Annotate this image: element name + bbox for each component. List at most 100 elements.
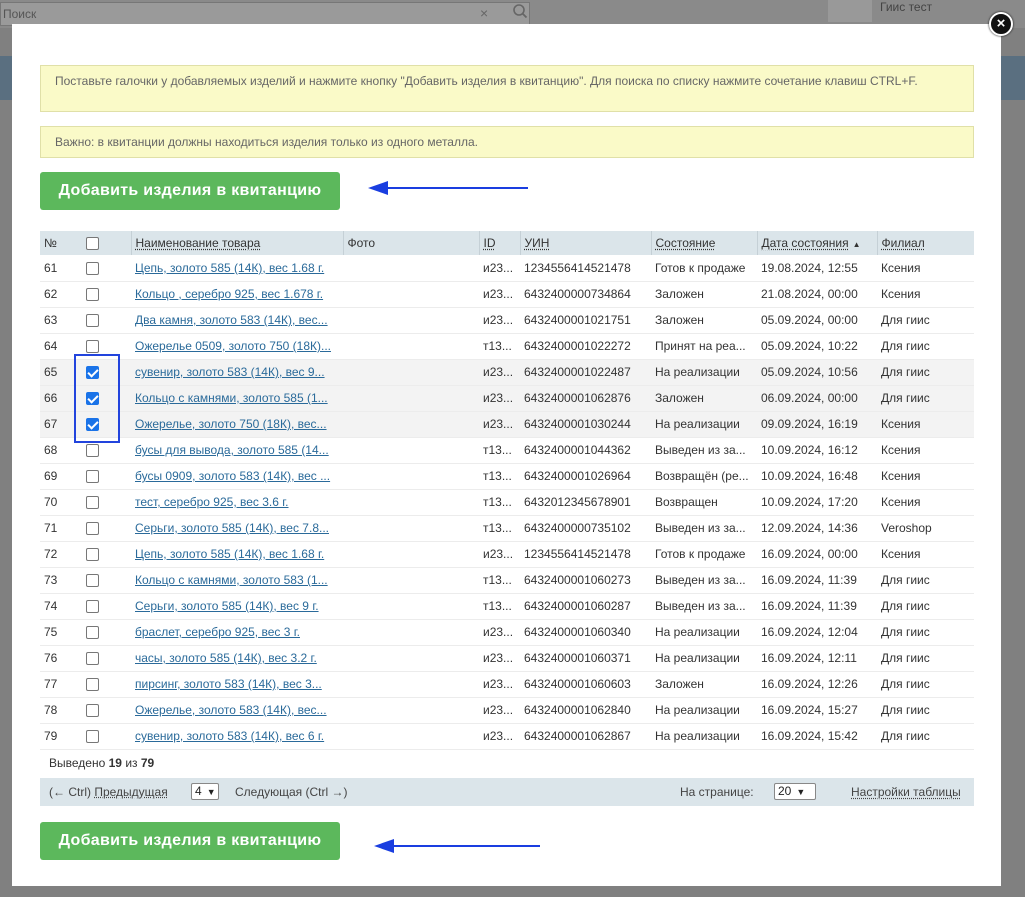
item-name-link[interactable]: Ожерелье, золото 583 (14К), вес... (135, 703, 327, 717)
per-page-select[interactable]: 20 ▼ (774, 783, 816, 800)
row-state: Выведен из за... (651, 593, 757, 620)
row-checkbox[interactable] (86, 314, 99, 328)
row-name-cell: Цепь, золото 585 (14К), вес 1.68 г. (131, 541, 343, 568)
row-state-date: 16.09.2024, 12:04 (757, 619, 877, 646)
row-name-cell: Кольцо с камнями, золото 583 (1... (131, 567, 343, 594)
row-checkbox-cell (82, 489, 131, 516)
row-id: т13... (479, 333, 520, 360)
table-row: 70 тест, серебро 925, вес 3.6 г. т13... 643… (40, 489, 974, 516)
close-modal-button[interactable]: × (989, 12, 1013, 36)
item-name-link[interactable]: браслет, серебро 925, вес 3 г. (135, 625, 300, 639)
row-checkbox[interactable] (86, 626, 99, 640)
table-row: 62 Кольцо , серебро 925, вес 1.678 г. и23.… (40, 281, 974, 308)
item-name-link[interactable]: Серьги, золото 585 (14К), вес 9 г. (135, 599, 319, 613)
row-checkbox-cell (82, 619, 131, 646)
item-name-link[interactable]: Серьги, золото 585 (14К), вес 7.8... (135, 521, 329, 535)
row-checkbox[interactable] (86, 730, 99, 744)
next-page-link[interactable]: Следующая (Ctrl →) (235, 785, 347, 799)
row-branch: Ксения (877, 255, 974, 282)
background-clear-icon: × (480, 5, 489, 21)
row-id: и23... (479, 697, 520, 724)
col-header-uin[interactable]: УИН (519, 231, 651, 255)
item-name-link[interactable]: Цепь, золото 585 (14К), вес 1.68 г. (135, 547, 324, 561)
row-photo-cell (343, 593, 479, 620)
table-row: 77 пирсинг, золото 583 (14К), вес 3... и23… (40, 671, 974, 698)
row-state: Заложен (651, 281, 757, 308)
row-num: 74 (40, 593, 82, 620)
item-name-link[interactable]: Ожерелье, золото 750 (18К), вес... (135, 417, 327, 431)
item-name-link[interactable]: Кольцо с камнями, золото 585 (1... (135, 391, 328, 405)
col-header-state[interactable]: Состояние (650, 231, 757, 255)
item-name-link[interactable]: Кольцо с камнями, золото 583 (1... (135, 573, 328, 587)
item-name-link[interactable]: сувенир, золото 583 (14К), вес 9... (135, 365, 325, 379)
table-row: 76 часы, золото 585 (14К), вес 3.2 г. и23.… (40, 645, 974, 672)
warning-notice: Важно: в квитанции должны находиться изд… (40, 126, 974, 158)
table-row: 61 Цепь, золото 585 (14К), вес 1.68 г. и23… (40, 255, 974, 282)
row-state-date: 16.09.2024, 12:26 (757, 671, 877, 698)
row-checkbox[interactable] (86, 704, 99, 718)
row-checkbox[interactable] (86, 261, 99, 275)
row-checkbox[interactable] (86, 496, 99, 510)
select-all-checkbox[interactable] (86, 237, 99, 251)
row-branch: Для гиис (877, 307, 974, 334)
item-name-link[interactable]: бусы для вывода, золото 585 (14... (135, 443, 329, 457)
row-state-date: 16.09.2024, 15:27 (757, 697, 877, 724)
item-name-link[interactable]: тест, серебро 925, вес 3.6 г. (135, 495, 289, 509)
item-name-link[interactable]: пирсинг, золото 583 (14К), вес 3... (135, 677, 322, 691)
row-checkbox[interactable] (86, 470, 99, 484)
item-name-link[interactable]: сувенир, золото 583 (14К), вес 6 г. (135, 729, 324, 743)
row-checkbox[interactable] (86, 652, 99, 666)
row-checkbox-cell (82, 515, 131, 542)
row-checkbox[interactable] (86, 548, 99, 562)
row-uin: 6432400001030244 (520, 411, 651, 438)
row-num: 62 (40, 281, 82, 308)
add-items-button-bottom[interactable]: Добавить изделия в квитанцию (40, 822, 340, 860)
item-name-link[interactable]: Два камня, золото 583 (14К), вес... (135, 313, 328, 327)
row-uin: 6432400001022487 (520, 359, 651, 386)
row-name-cell: тест, серебро 925, вес 3.6 г. (131, 489, 343, 516)
row-state-date: 16.09.2024, 15:42 (757, 723, 877, 750)
row-checkbox[interactable] (86, 678, 99, 692)
row-checkbox-cell (82, 255, 131, 282)
row-checkbox-cell (82, 593, 131, 620)
row-num: 61 (40, 255, 82, 282)
row-photo-cell (343, 281, 479, 308)
row-num: 72 (40, 541, 82, 568)
row-name-cell: сувенир, золото 583 (14К), вес 6 г. (131, 723, 343, 750)
item-name-link[interactable]: часы, золото 585 (14К), вес 3.2 г. (135, 651, 317, 665)
item-name-link[interactable]: Ожерелье 0509, золото 750 (18К)... (135, 339, 331, 353)
table-row: 75 браслет, серебро 925, вес 3 г. и23... 64… (40, 619, 974, 646)
row-id: и23... (479, 307, 520, 334)
item-name-link[interactable]: Цепь, золото 585 (14К), вес 1.68 г. (135, 261, 324, 275)
item-name-link[interactable]: Кольцо , серебро 925, вес 1.678 г. (135, 287, 323, 301)
row-num: 69 (40, 463, 82, 490)
table-settings-link[interactable]: Настройки таблицы (851, 785, 961, 799)
item-name-link[interactable]: бусы 0909, золото 583 (14К), вес ... (135, 469, 330, 483)
col-header-name[interactable]: Наименование товара (130, 231, 343, 255)
row-branch: Ксения (877, 489, 974, 516)
row-id: и23... (479, 359, 520, 386)
row-checkbox[interactable] (86, 574, 99, 588)
page-select[interactable]: 4 ▼ (191, 783, 219, 800)
col-header-state-date[interactable]: Дата состояния ▲ (756, 231, 877, 255)
row-id: и23... (479, 411, 520, 438)
row-uin: 6432400001060273 (520, 567, 651, 594)
row-photo-cell (343, 307, 479, 334)
col-header-id[interactable]: ID (478, 231, 520, 255)
prev-page-link[interactable]: (← Ctrl) Предыдущая (49, 785, 168, 799)
row-checkbox[interactable] (86, 522, 99, 536)
row-checkbox-cell (82, 723, 131, 750)
table-row: 66 Кольцо с камнями, золото 585 (1... и23.… (40, 385, 974, 412)
col-header-photo: Фото (342, 231, 479, 255)
col-header-branch[interactable]: Филиал (876, 231, 974, 255)
row-branch: Для гиис (877, 567, 974, 594)
row-checkbox[interactable] (86, 444, 99, 458)
shown-count: Выведено 19 из 79 (49, 756, 155, 770)
row-photo-cell (343, 515, 479, 542)
row-checkbox[interactable] (86, 340, 99, 354)
row-checkbox[interactable] (86, 600, 99, 614)
add-items-button-top[interactable]: Добавить изделия в квитанцию (40, 172, 340, 210)
row-photo-cell (343, 645, 479, 672)
row-photo-cell (343, 385, 479, 412)
row-checkbox[interactable] (86, 288, 99, 302)
